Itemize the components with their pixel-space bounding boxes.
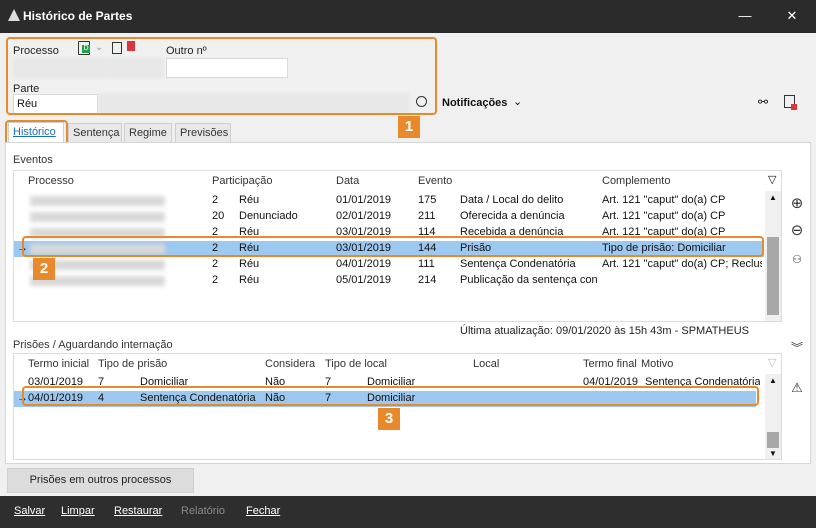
participacao-cell: Réu [239, 258, 260, 270]
column-header-motivo[interactable]: Motivo [641, 358, 673, 370]
column-header-considera[interactable]: Considera [265, 358, 315, 370]
minimize-button[interactable]: — [730, 4, 760, 28]
clipboard-delete-icon[interactable] [784, 95, 797, 110]
participacao-cell: Denunciado [239, 210, 298, 222]
column-header-evento[interactable]: Evento [418, 175, 452, 187]
scroll-up-icon[interactable]: ▲ [769, 376, 777, 385]
table-row[interactable]: 20 Denunciado 02/01/2019 211 Oferecida a den… [14, 209, 764, 225]
eventos-title: Eventos [13, 154, 53, 166]
column-header-data[interactable]: Data [336, 175, 359, 187]
complemento-cell: Art. 121 "caput" do(a) CP [602, 210, 726, 222]
prisoes-scroll-thumb[interactable] [767, 432, 779, 448]
eventos-scrollbar[interactable]: ▲ [765, 191, 781, 321]
prisoes-scrollbar[interactable]: ▲ ▼ [765, 374, 781, 459]
salvar-button[interactable]: Salvar [14, 505, 45, 517]
evento-cell: Sentença Condenatória [460, 258, 576, 270]
table-row[interactable]: 2 Réu 01/01/2019 175 Data / Local do delito A… [14, 193, 764, 209]
participacao-cell: Réu [239, 194, 260, 206]
remove-circle-icon[interactable]: ⊖ [788, 222, 806, 240]
scroll-up-icon[interactable]: ▲ [769, 193, 777, 202]
column-header-complemento[interactable]: Complemento [602, 175, 670, 187]
data-cell: 05/01/2019 [336, 274, 392, 286]
annotation-badge-1: 1 [398, 116, 420, 138]
evento-cell: Oferecida a denúncia [460, 210, 565, 222]
notificacoes-chevron-icon[interactable]: ⌄ [513, 95, 522, 108]
complemento-cell: Art. 121 "caput" do(a) CP; Reclus [602, 258, 762, 270]
title-bar: Histórico de Partes — ✕ [0, 0, 816, 33]
eventos-scroll-thumb[interactable] [767, 237, 779, 315]
tab-sentenca[interactable]: Sentença [68, 123, 122, 142]
add-circle-icon[interactable]: ⊕ [788, 195, 806, 213]
ultima-atualizacao-text: Última atualização: 09/01/2020 às 15h 43… [460, 325, 749, 337]
evento-cell: Publicação da sentença cond [460, 274, 598, 286]
notificacoes-menu[interactable]: Notificações [442, 97, 507, 109]
restaurar-button[interactable]: Restaurar [114, 505, 162, 517]
binoculars-icon[interactable]: ⚯ [758, 95, 768, 109]
processo-cell [30, 196, 165, 206]
cod-cell: 211 [418, 210, 436, 222]
cod-cell: 214 [418, 274, 437, 286]
cod-cell: 175 [418, 194, 437, 206]
annotation-box-3 [22, 386, 759, 406]
column-header-termo-inicial[interactable]: Termo inicial [28, 358, 89, 370]
relatorio-button[interactable]: Relatório [181, 505, 225, 517]
collapse-chevron-icon[interactable]: ︾ [788, 339, 806, 357]
complemento-cell: Art. 121 "caput" do(a) CP [602, 194, 726, 206]
annotation-badge-2: 2 [33, 258, 55, 280]
user-list-icon[interactable]: ⚇ [788, 251, 806, 269]
prisoes-outros-processos-button[interactable]: Prisões em outros processos [7, 468, 194, 493]
column-header-participacao[interactable]: Participação [212, 175, 273, 187]
column-header-local[interactable]: Local [473, 358, 499, 370]
data-cell: 02/01/2019 [336, 210, 392, 222]
annotation-box-2 [22, 236, 764, 257]
tab-previsoes[interactable]: Previsões [175, 123, 231, 142]
processo-cell [30, 212, 165, 222]
warning-document-icon[interactable]: ⚠ [788, 379, 806, 397]
prisoes-title: Prisões / Aguardando internação [13, 339, 173, 351]
app-logo-icon [8, 9, 20, 21]
annotation-badge-3: 3 [378, 408, 400, 430]
column-header-termo-final[interactable]: Termo final [583, 358, 637, 370]
filter-icon[interactable]: ▽ [768, 173, 776, 186]
tab-regime[interactable]: Regime [124, 123, 172, 142]
window-title: Histórico de Partes [23, 9, 133, 23]
num-cell: 20 [212, 210, 225, 222]
data-cell: 04/01/2019 [336, 258, 392, 270]
evento-cell: Data / Local do delito [460, 194, 564, 206]
cod-cell: 111 [418, 258, 435, 270]
close-button[interactable]: ✕ [777, 4, 807, 28]
table-row[interactable]: 2 Réu 05/01/2019 214 Publicação da sentença … [14, 273, 764, 289]
participacao-cell: Réu [239, 274, 260, 286]
annotation-box-1 [6, 37, 437, 115]
num-cell: 2 [212, 194, 219, 206]
column-header-tipo-prisao[interactable]: Tipo de prisão [98, 358, 167, 370]
num-cell: 2 [212, 258, 219, 270]
num-cell: 2 [212, 274, 219, 286]
limpar-button[interactable]: Limpar [61, 505, 95, 517]
filter-icon[interactable]: ▽ [768, 356, 776, 369]
footer-toolbar: Salvar Limpar Restaurar Relatório Fechar [0, 496, 816, 528]
column-header-processo[interactable]: Processo [28, 175, 74, 187]
fechar-button[interactable]: Fechar [246, 505, 280, 517]
data-cell: 01/01/2019 [336, 194, 392, 206]
scroll-down-icon[interactable]: ▼ [769, 449, 777, 458]
column-header-tipo-local[interactable]: Tipo de local [325, 358, 387, 370]
prisoes-grid: Termo inicial Tipo de prisão Considera T… [13, 353, 782, 460]
table-row[interactable]: 2 Réu 04/01/2019 111 Sentença Condenatória Ar… [14, 257, 764, 273]
